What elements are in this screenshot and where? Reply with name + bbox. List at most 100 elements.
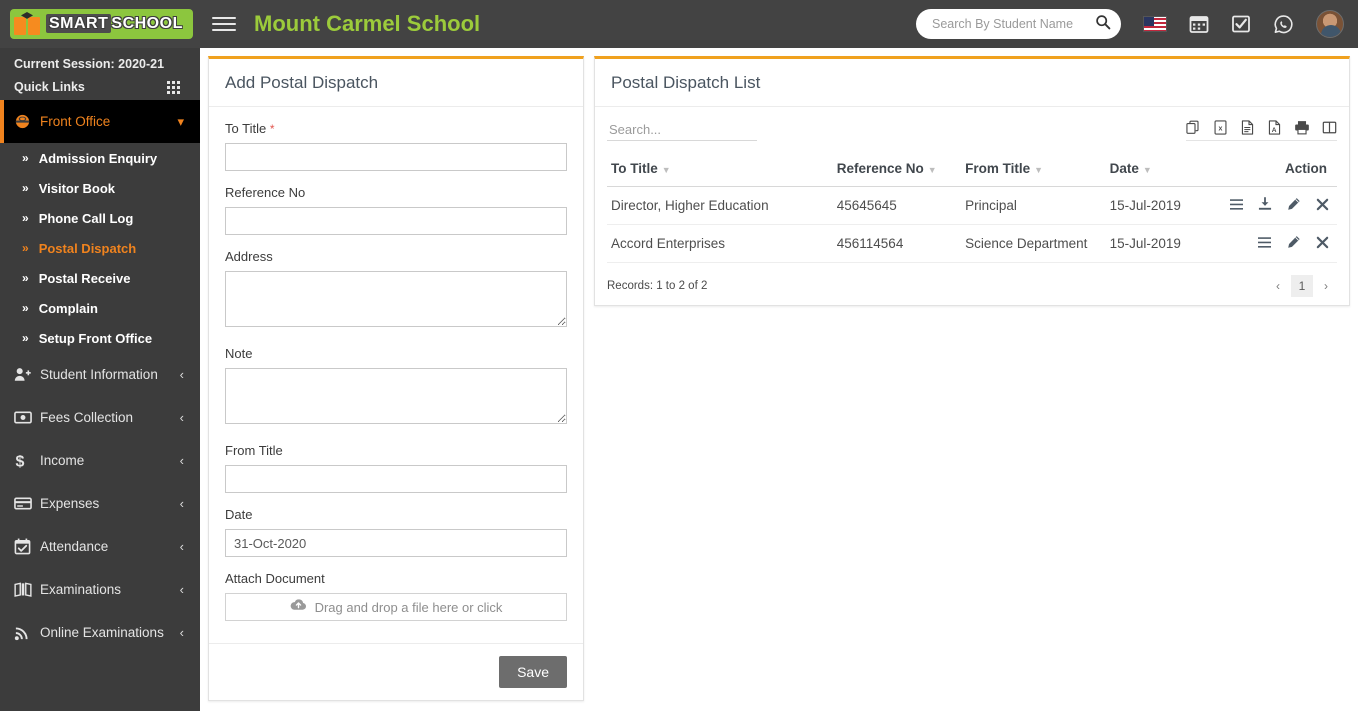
column-label: Reference No <box>837 161 924 176</box>
sidebar-subitem-phone-call-log[interactable]: » Phone Call Log <box>0 203 200 233</box>
column-header-to-title[interactable]: To Title▼ <box>607 153 833 187</box>
double-arrow-icon: » <box>22 271 29 285</box>
field-address: Address <box>225 249 567 332</box>
address-label: Address <box>225 249 567 264</box>
sidebar-item-label: Income <box>40 453 84 468</box>
book-open-icon <box>14 582 38 597</box>
chevron-left-icon: ‹ <box>180 453 184 468</box>
sort-arrow-icon: ▼ <box>928 165 937 175</box>
header-actions <box>916 9 1358 39</box>
user-avatar[interactable] <box>1316 10 1344 38</box>
download-icon[interactable] <box>1258 197 1272 214</box>
pagination: ‹ 1 › <box>1267 275 1337 297</box>
sidebar-subitem-postal-dispatch[interactable]: » Postal Dispatch <box>0 233 200 263</box>
column-label: Action <box>1285 161 1327 176</box>
delete-icon[interactable] <box>1316 198 1329 214</box>
postal-dispatch-table: To Title▼ Reference No▼ From Title▼ Date… <box>607 153 1337 263</box>
list-icon[interactable] <box>1229 198 1244 214</box>
search-input[interactable] <box>930 16 1095 32</box>
excel-icon[interactable]: x <box>1213 120 1228 135</box>
sidebar-subitem-label: Visitor Book <box>39 181 115 196</box>
sidebar-item-student-information[interactable]: Student Information ‹ <box>0 353 200 396</box>
column-label: From Title <box>965 161 1030 176</box>
checkbox-task-icon[interactable] <box>1231 14 1251 34</box>
page-title: Mount Carmel School <box>254 11 480 37</box>
sidebar-item-attendance[interactable]: Attendance ‹ <box>0 525 200 568</box>
edit-icon[interactable] <box>1287 235 1301 252</box>
table-header-row: To Title▼ Reference No▼ From Title▼ Date… <box>607 153 1337 187</box>
sidebar-item-income[interactable]: $ Income ‹ <box>0 439 200 482</box>
column-visibility-icon[interactable] <box>1322 120 1337 135</box>
note-textarea[interactable] <box>225 368 567 424</box>
double-arrow-icon: » <box>22 241 29 255</box>
from-title-label: From Title <box>225 443 567 458</box>
quick-links-row[interactable]: Quick Links <box>14 80 200 94</box>
sidebar-item-label: Attendance <box>40 539 108 554</box>
card-icon <box>14 497 38 510</box>
cell-date: 15-Jul-2019 <box>1106 225 1214 263</box>
chevron-left-icon: ‹ <box>180 539 184 554</box>
sidebar-item-label: Examinations <box>40 582 121 597</box>
sidebar-subitem-setup-front-office[interactable]: » Setup Front Office <box>0 323 200 353</box>
pdf-icon[interactable]: A <box>1267 120 1282 135</box>
table-row[interactable]: Accord Enterprises 456114564 Science Dep… <box>607 225 1337 263</box>
form-panel-header: Add Postal Dispatch <box>209 59 583 107</box>
to-title-input[interactable] <box>225 143 567 171</box>
sidebar-item-front-office[interactable]: Front Office ▾ <box>0 100 200 143</box>
save-button[interactable]: Save <box>499 656 567 688</box>
cell-to-title: Director, Higher Education <box>607 187 833 225</box>
column-header-from-title[interactable]: From Title▼ <box>961 153 1106 187</box>
app-logo[interactable]: SMARTSCHOOL <box>0 0 200 48</box>
copy-icon[interactable] <box>1186 120 1201 135</box>
sidebar-item-examinations[interactable]: Examinations ‹ <box>0 568 200 611</box>
dollar-icon: $ <box>14 452 38 470</box>
double-arrow-icon: » <box>22 331 29 345</box>
sort-arrow-icon: ▼ <box>662 165 671 175</box>
edit-icon[interactable] <box>1287 197 1301 214</box>
svg-text:x: x <box>1219 126 1223 133</box>
table-body: Director, Higher Education 45645645 Prin… <box>607 187 1337 263</box>
column-header-reference-no[interactable]: Reference No ▼ <box>833 153 961 187</box>
search-icon[interactable] <box>1095 14 1111 35</box>
address-textarea[interactable] <box>225 271 567 327</box>
sidebar-item-fees-collection[interactable]: Fees Collection ‹ <box>0 396 200 439</box>
table-head: To Title▼ Reference No▼ From Title▼ Date… <box>607 153 1337 187</box>
sidebar-subitem-postal-receive[interactable]: » Postal Receive <box>0 263 200 293</box>
column-header-date[interactable]: Date▼ <box>1106 153 1214 187</box>
delete-icon[interactable] <box>1316 236 1329 252</box>
column-label: Date <box>1110 161 1139 176</box>
hamburger-icon[interactable] <box>212 12 236 36</box>
csv-icon[interactable] <box>1240 120 1255 135</box>
list-icon[interactable] <box>1257 236 1272 252</box>
print-icon[interactable] <box>1294 120 1310 135</box>
sidebar-item-online-examinations[interactable]: Online Examinations ‹ <box>0 611 200 654</box>
sidebar-subitem-admission-enquiry[interactable]: » Admission Enquiry <box>0 143 200 173</box>
sidebar-item-expenses[interactable]: Expenses ‹ <box>0 482 200 525</box>
student-search-box[interactable] <box>916 9 1121 39</box>
calendar-icon[interactable] <box>1189 14 1209 34</box>
reference-no-input[interactable] <box>225 207 567 235</box>
table-row[interactable]: Director, Higher Education 45645645 Prin… <box>607 187 1337 225</box>
session-block: Current Session: 2020-21 Quick Links <box>0 48 200 100</box>
grid-apps-icon[interactable] <box>167 81 180 94</box>
chevron-left-icon: ‹ <box>180 410 184 425</box>
pagination-prev[interactable]: ‹ <box>1267 275 1289 297</box>
double-arrow-icon: » <box>22 151 29 165</box>
double-arrow-icon: » <box>22 181 29 195</box>
sidebar-subitem-complain[interactable]: » Complain <box>0 293 200 323</box>
pagination-next[interactable]: › <box>1315 275 1337 297</box>
language-flag-icon[interactable] <box>1143 16 1167 32</box>
sidebar-item-label: Expenses <box>40 496 99 511</box>
file-dropzone[interactable]: Drag and drop a file here or click <box>225 593 567 621</box>
date-input[interactable] <box>225 529 567 557</box>
sidebar-subitem-label: Phone Call Log <box>39 211 134 226</box>
form-footer: Save <box>209 643 583 700</box>
list-panel-header: Postal Dispatch List <box>595 59 1349 107</box>
table-search-input[interactable] <box>607 119 757 141</box>
double-arrow-icon: » <box>22 301 29 315</box>
export-buttons-group: x A <box>1186 120 1337 141</box>
sidebar-subitem-visitor-book[interactable]: » Visitor Book <box>0 173 200 203</box>
whatsapp-icon[interactable] <box>1273 14 1294 35</box>
pagination-page-1[interactable]: 1 <box>1291 275 1313 297</box>
from-title-input[interactable] <box>225 465 567 493</box>
